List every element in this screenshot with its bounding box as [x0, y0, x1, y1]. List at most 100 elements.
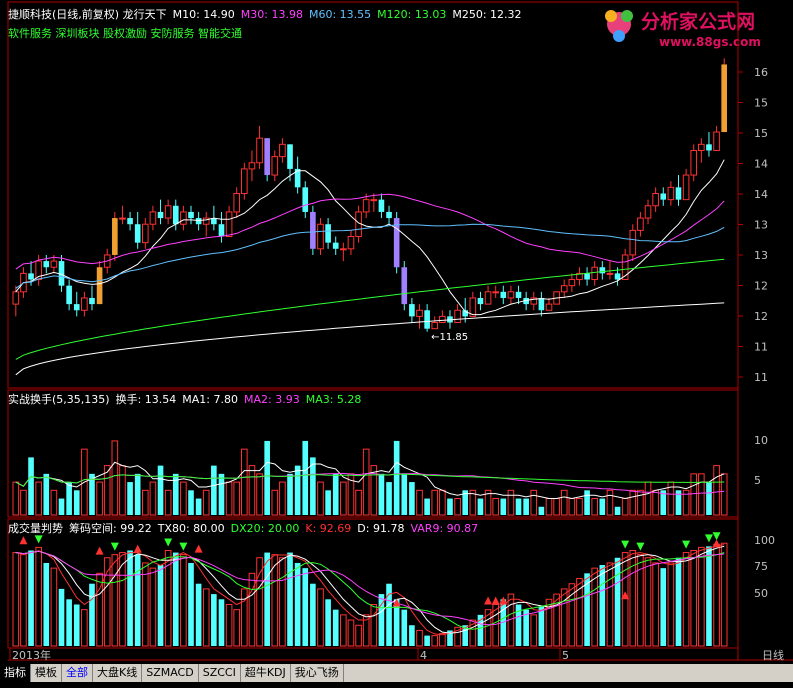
candle-body — [401, 267, 408, 305]
volume-bar — [340, 614, 347, 647]
candle-body — [256, 137, 263, 164]
turnover-bar — [507, 489, 515, 516]
stock-chart-window: 捷顺科技(日线,前复权) 龙行天下 M10: 14.90 M30: 13.98 M60… — [0, 0, 793, 688]
volume-bar — [180, 554, 187, 647]
candle-body — [81, 297, 88, 311]
tab-super-kdj[interactable]: 超牛KDJ — [241, 664, 291, 682]
turnover-bar — [500, 498, 507, 515]
candle-body — [614, 273, 621, 280]
tab-szcci[interactable]: SZCCI — [199, 664, 241, 682]
volume-bar — [530, 614, 538, 647]
candle — [127, 211, 133, 231]
turnover-bar — [362, 448, 370, 516]
candle-body — [119, 217, 126, 220]
sell-signal-arrow — [704, 534, 713, 543]
candle-body — [188, 211, 194, 219]
volume-bar — [35, 546, 42, 647]
volume-bar — [416, 629, 423, 647]
price-tick-label: 12 — [754, 280, 768, 293]
turnover-bar — [431, 489, 439, 516]
buy-signal-arrow — [133, 544, 142, 553]
tab-custom[interactable]: 我心飞扬 — [291, 664, 344, 682]
tab-template[interactable]: 模板 — [31, 664, 62, 682]
sell-signal-arrow — [712, 532, 721, 541]
candle-body — [264, 138, 270, 176]
turnover-bar — [439, 489, 446, 516]
volume-bar — [225, 603, 233, 647]
buy-signal-arrow — [194, 544, 203, 553]
turnover-bar — [127, 482, 133, 515]
ma1-turnover-line — [15, 461, 725, 500]
turnover-bar — [454, 498, 461, 516]
price-tick-label: 15 — [754, 127, 768, 140]
candle — [202, 211, 210, 237]
candle — [149, 205, 157, 231]
turnover-bar — [340, 481, 347, 516]
volume-bar — [401, 609, 408, 646]
volume-bar — [149, 567, 157, 647]
tab-all[interactable]: 全部 — [62, 664, 93, 682]
candle — [89, 285, 95, 311]
candle-body — [73, 304, 80, 311]
turnover-tick-label: 5 — [754, 474, 761, 487]
candle — [302, 181, 309, 219]
turnover-bar — [157, 465, 164, 515]
candle-body — [180, 211, 187, 225]
candle-body — [409, 304, 415, 317]
turnover-bar — [202, 489, 210, 516]
turnover-bar — [706, 482, 712, 515]
turnover-bar — [20, 489, 27, 516]
volume-bar — [264, 552, 270, 646]
chart-canvas[interactable]: 16 15 15 14 14 13 13 12 12 11 11 ←11.85 10 5 100 75 50 20… — [0, 0, 793, 688]
volume-bar — [66, 599, 72, 646]
candle — [424, 304, 430, 332]
volume-bar — [188, 562, 194, 646]
candle-body — [96, 267, 103, 305]
sell-signal-arrow — [682, 540, 691, 549]
volume-bar — [248, 572, 256, 647]
candle — [325, 218, 331, 249]
candle-body — [332, 242, 339, 249]
volume-bar — [713, 543, 720, 647]
turnover-bar — [264, 440, 270, 515]
turnover-bar — [530, 489, 538, 516]
candle-body — [690, 149, 698, 176]
turnover-bar — [378, 473, 385, 515]
candle-body — [149, 211, 157, 225]
turnover-bar — [233, 481, 241, 516]
sell-signal-arrow — [636, 542, 645, 551]
candle — [469, 291, 477, 317]
turnover-bar — [553, 498, 560, 516]
volume-bar — [287, 552, 293, 646]
tab-szmacd[interactable]: SZMACD — [142, 664, 199, 682]
candle-body — [584, 273, 590, 280]
candle — [721, 58, 727, 133]
candle — [340, 242, 347, 262]
volume-bar — [538, 606, 545, 646]
candle-body — [599, 267, 606, 274]
candle — [188, 205, 194, 225]
sell-signal-arrow — [621, 540, 630, 549]
turnover-bar — [545, 498, 553, 516]
tab-indicator[interactable]: 指标 — [0, 664, 31, 682]
candle — [591, 261, 599, 286]
candle-body — [706, 144, 712, 151]
ma2-turnover-line — [15, 472, 725, 495]
volume-tick-label: 100 — [754, 534, 775, 547]
turnover-bar — [248, 465, 256, 516]
candle-body — [545, 303, 553, 311]
tab-market-kline[interactable]: 大盘K线 — [93, 664, 143, 682]
candle-body — [538, 297, 545, 311]
volume-bar — [310, 583, 316, 646]
turnover-bar — [477, 498, 484, 515]
turnover-bar — [637, 489, 644, 516]
candle-body — [454, 309, 461, 324]
candle-body — [164, 205, 172, 219]
turnover-bar — [652, 489, 659, 516]
candle-body — [667, 186, 675, 201]
candle-body — [644, 205, 652, 219]
candle-body — [560, 285, 568, 293]
candle — [538, 291, 545, 317]
m250-line — [15, 302, 725, 376]
turnover-bar — [164, 489, 172, 516]
